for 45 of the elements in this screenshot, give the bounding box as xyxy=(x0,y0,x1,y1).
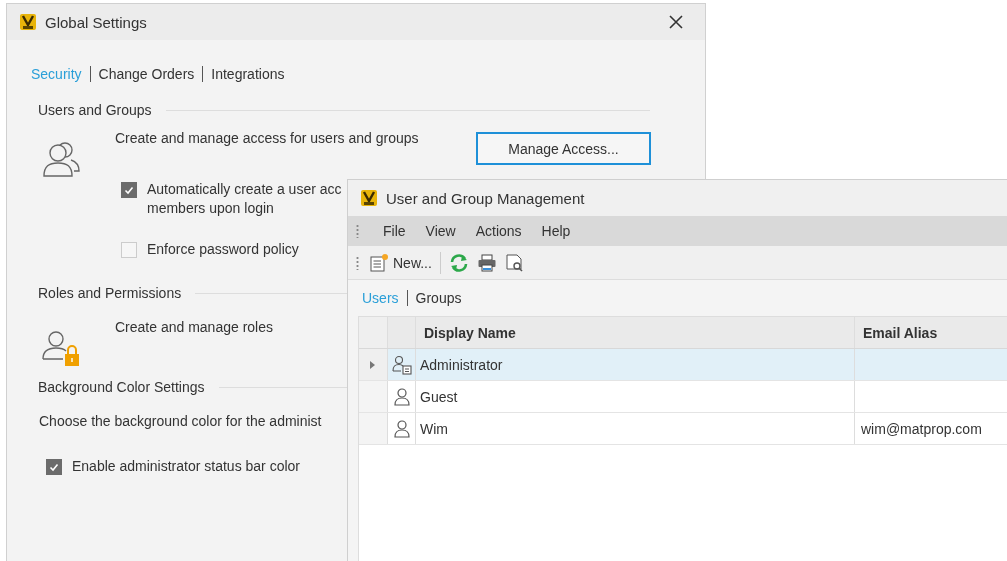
print-preview-icon[interactable] xyxy=(504,252,525,273)
user-icon xyxy=(391,418,412,439)
check-icon xyxy=(48,461,60,473)
close-icon[interactable] xyxy=(669,15,683,29)
app-logo-icon xyxy=(19,13,37,31)
user-icon xyxy=(391,386,412,407)
description-text: Create and manage access for users and groups xyxy=(115,130,419,146)
manage-access-button[interactable]: Manage Access... xyxy=(476,132,651,165)
menu-item[interactable]: Help xyxy=(531,223,581,239)
table-row[interactable]: Wim wim@matprop.com xyxy=(359,413,1007,445)
description-text: Create and manage roles xyxy=(115,319,273,335)
table-row[interactable]: Guest xyxy=(359,381,1007,413)
table-row[interactable]: Administrator xyxy=(359,349,1007,381)
refresh-icon[interactable] xyxy=(448,252,469,273)
window-title: Global Settings xyxy=(45,13,148,31)
checkbox[interactable] xyxy=(121,182,137,198)
tab[interactable]: Groups xyxy=(415,290,462,306)
checkbox[interactable] xyxy=(46,459,62,475)
menu-item[interactable]: File xyxy=(373,223,416,239)
table-cell: Guest xyxy=(416,381,855,412)
menu-item[interactable]: View xyxy=(415,223,466,239)
new-button[interactable]: New... xyxy=(369,252,432,273)
description-text: Choose the background color for the administ xyxy=(39,413,322,429)
menu-item[interactable]: Actions xyxy=(465,223,532,239)
tab[interactable]: Change Orders xyxy=(98,66,195,82)
column-header[interactable]: Display Name xyxy=(416,317,855,348)
option-label: Enable administrator status bar color xyxy=(72,457,300,476)
new-document-icon xyxy=(369,252,389,273)
section-heading: Background Color Settings xyxy=(38,379,205,395)
column-header[interactable]: Email Alias xyxy=(855,317,1007,348)
app-logo-icon xyxy=(360,189,378,207)
table-cell: Wim xyxy=(416,413,855,444)
tab[interactable]: Integrations xyxy=(211,66,285,82)
option-label: Enforce password policy xyxy=(147,240,299,259)
table-cell-text: wim@matprop.com xyxy=(860,419,983,439)
table-cell: Administrator xyxy=(416,349,855,380)
user-group-icon xyxy=(391,354,412,375)
section-heading: Users and Groups xyxy=(38,102,152,118)
option-label: Automatically create a user acc members upon login xyxy=(147,180,342,218)
check-icon xyxy=(123,184,135,196)
printer-icon[interactable] xyxy=(476,252,497,273)
expand-arrow-icon[interactable] xyxy=(370,360,376,369)
window-title: User and Group Management xyxy=(386,189,586,207)
section-heading: Roles and Permissions xyxy=(38,285,182,301)
row-header[interactable] xyxy=(359,349,388,380)
